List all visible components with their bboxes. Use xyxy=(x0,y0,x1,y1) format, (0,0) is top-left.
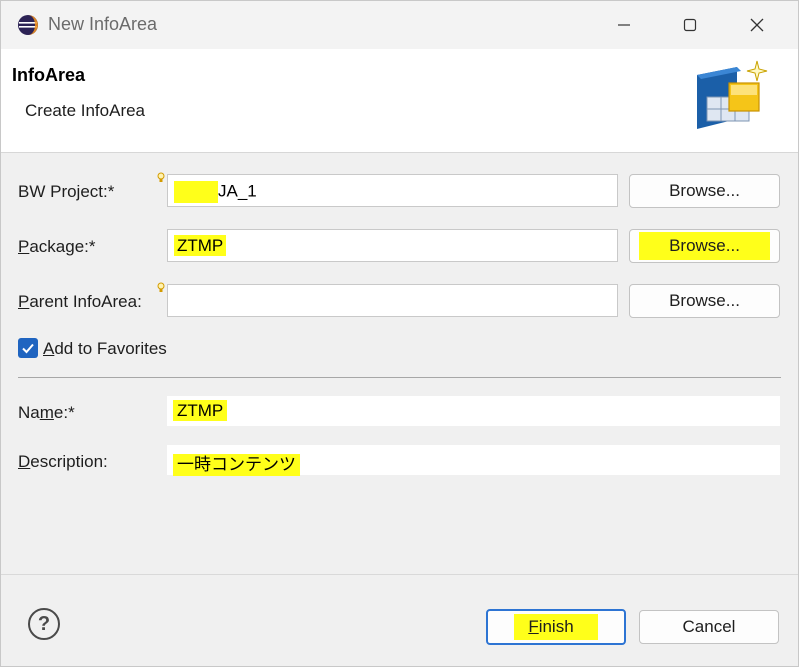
banner-subtitle: Create InfoArea xyxy=(25,101,146,120)
parent-infoarea-input[interactable] xyxy=(167,284,618,317)
package-browse-label: Browse... xyxy=(639,232,770,260)
maximize-button[interactable] xyxy=(657,1,723,49)
bw-project-browse-button[interactable]: Browse... xyxy=(629,174,780,208)
add-to-favorites-checkbox[interactable] xyxy=(18,338,38,358)
description-input[interactable]: 一時コンテンツ xyxy=(167,445,780,476)
help-icon[interactable]: ? xyxy=(28,608,60,640)
description-value: 一時コンテンツ xyxy=(173,454,300,476)
description-label: Description: xyxy=(18,452,108,471)
name-input[interactable]: ZTMP xyxy=(167,396,780,426)
parent-infoarea-browse-button[interactable]: Browse... xyxy=(629,284,780,318)
package-value: ZTMP xyxy=(174,235,227,256)
banner-title: InfoArea xyxy=(12,65,86,85)
cancel-button[interactable]: Cancel xyxy=(639,610,779,644)
bw-project-input[interactable]: JA_1 xyxy=(167,174,618,207)
close-icon xyxy=(750,18,764,32)
window-title: New InfoArea xyxy=(48,14,158,34)
package-browse-button[interactable]: Browse... xyxy=(629,229,780,263)
package-label: Package:* xyxy=(18,237,96,256)
title-bar: New InfoArea xyxy=(1,1,798,49)
name-label: Name:* xyxy=(18,403,75,422)
infoarea-wizard-icon xyxy=(697,60,768,129)
minimize-button[interactable] xyxy=(591,1,657,49)
finish-label: Finish xyxy=(514,614,598,640)
minimize-icon xyxy=(618,24,630,26)
content-assist-bulb-icon xyxy=(157,172,165,182)
content-assist-bulb-icon xyxy=(157,282,165,292)
close-button[interactable] xyxy=(724,1,790,49)
maximize-icon xyxy=(683,18,697,32)
parent-infoarea-label: Parent InfoArea: xyxy=(18,292,142,311)
finish-button[interactable]: Finish xyxy=(486,609,626,645)
separator xyxy=(18,377,781,378)
eclipse-app-icon xyxy=(18,15,38,35)
add-to-favorites-label[interactable]: Add to Favorites xyxy=(43,339,167,359)
wizard-banner: InfoArea Create InfoArea xyxy=(1,49,798,153)
checkmark-icon xyxy=(22,343,34,354)
bw-project-value: JA_1 xyxy=(218,181,257,201)
package-input[interactable]: ZTMP xyxy=(167,229,618,262)
bw-project-label: BW Project:* xyxy=(18,182,115,201)
new-infoarea-dialog: New InfoArea InfoArea Create InfoArea BW… xyxy=(0,0,799,667)
name-value: ZTMP xyxy=(173,400,228,421)
redaction-highlight xyxy=(174,181,218,203)
